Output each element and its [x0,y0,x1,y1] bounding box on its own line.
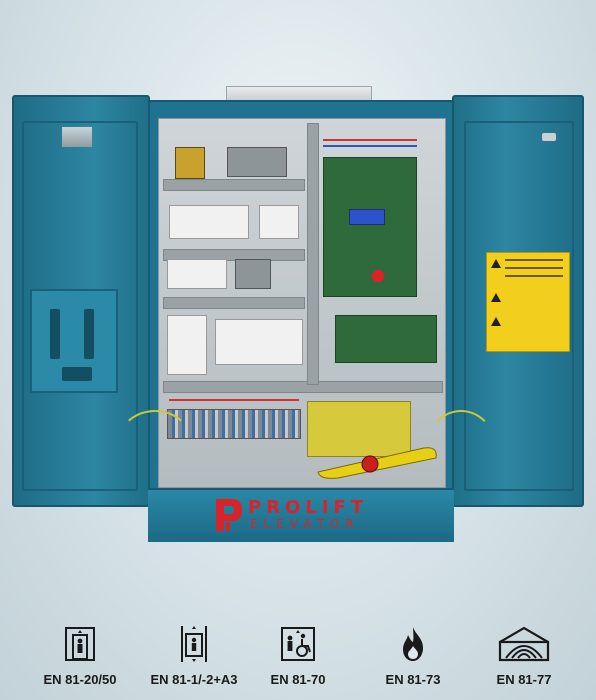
component-backplate [158,118,446,488]
standard-label: EN 81-1/-2+A3 [150,672,238,687]
elevator-car-icon [65,627,95,661]
transformer [175,147,205,179]
brand-logo: PROLIFT ELEVATOR [212,496,392,534]
main-switch [167,315,207,375]
inspection-pendant [317,447,437,479]
standard-label: EN 81-77 [496,672,552,687]
brand-name: PROLIFT [248,497,369,518]
standard-en81-70: EN 81-70 [243,618,353,700]
standard-en81-20-50: EN 81-20/50 [25,618,135,700]
prolift-logo-icon [216,499,242,531]
contactors [215,319,303,365]
power-supply [227,147,287,177]
fire-icon [403,627,423,661]
standard-en81-77: EN 81-77 [469,618,579,700]
io-board [335,315,437,363]
earthquake-icon [498,626,550,662]
standard-label: EN 81-73 [385,672,441,687]
standard-en81-1-2-a3: EN 81-1/-2+A3 [139,618,249,700]
circuit-breakers [169,205,249,239]
door-sticker [62,127,92,147]
controller-board [323,157,417,297]
standard-en81-73: EN 81-73 [358,618,468,700]
standard-label: EN 81-20/50 [43,672,117,687]
accessibility-elevator-icon [281,627,315,661]
door-plate [30,289,118,393]
control-cabinet-photo: PROLIFT ELEVATOR [0,0,596,610]
standard-label: EN 81-70 [270,672,326,687]
brand-subtitle: ELEVATOR [250,517,360,531]
controller-lcd [349,209,385,225]
door-latch [542,133,556,141]
ground-cable-left [118,410,192,474]
elevator-shaft-icon [181,626,207,662]
relays [167,259,227,289]
standards-row: EN 81-20/50 EN 81-1/-2+A3 EN 81-70 EN 81… [0,618,596,700]
warning-labels [486,252,570,352]
